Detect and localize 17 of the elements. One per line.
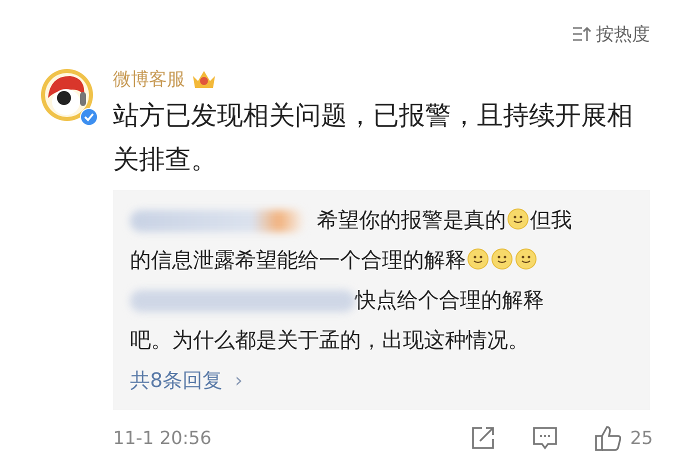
comment-icon[interactable] bbox=[532, 425, 558, 451]
comment-text: 站方已发现相关问题，已报警，且持续开展相关排查。 bbox=[113, 100, 634, 177]
smiley-icon bbox=[507, 208, 529, 230]
sort-button[interactable]: 按热度 bbox=[572, 8, 650, 60]
thumbs-up-icon[interactable] bbox=[594, 424, 622, 452]
like-count: 25 bbox=[630, 428, 653, 448]
reply-text: 快点给个合理的解释吧。为什么都是关于孟的，出现这种情况。 bbox=[130, 287, 545, 354]
author-name[interactable]: 微博客服 bbox=[113, 67, 185, 91]
more-replies-link[interactable]: 共8条回复 › bbox=[130, 360, 634, 400]
avatar bbox=[40, 68, 94, 122]
smiley-icon bbox=[467, 248, 489, 270]
smiley-icon bbox=[491, 248, 513, 270]
sort-icon bbox=[572, 26, 592, 42]
reply-text: 希望你的报警是真的 但我的信息泄露希望能给一个合理的解释 bbox=[130, 207, 573, 274]
comment-time: 11-1 20:56 bbox=[113, 428, 212, 448]
smiley-icon bbox=[515, 248, 537, 270]
share-icon[interactable] bbox=[470, 425, 496, 451]
